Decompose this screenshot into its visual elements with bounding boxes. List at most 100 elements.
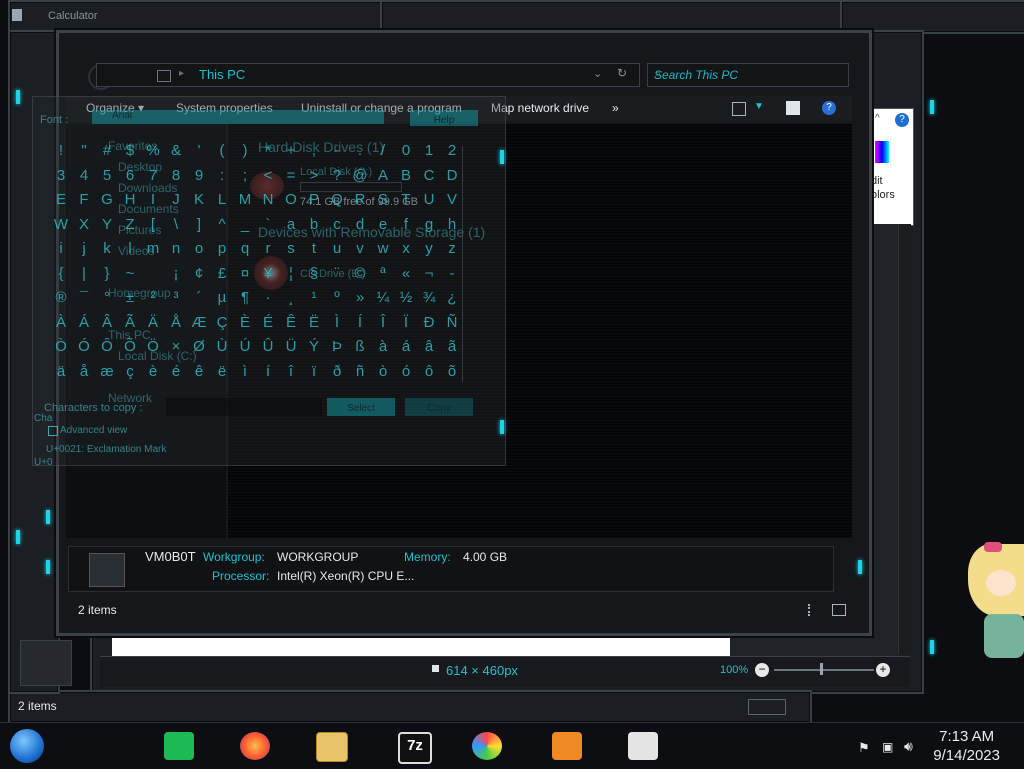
charmap-cell[interactable]: ¶ xyxy=(234,289,256,311)
charmap-cell[interactable]: Ê xyxy=(280,314,302,336)
charmap-cell[interactable]: ï xyxy=(303,363,325,385)
charmap-cell[interactable]: ; xyxy=(234,167,256,189)
charmap-cell[interactable]: ¿ xyxy=(441,289,463,311)
charmap-cell[interactable]: 1 xyxy=(418,142,440,164)
charmap-cell[interactable]: D xyxy=(441,167,463,189)
charmap-cell[interactable]: à xyxy=(372,338,394,360)
character-map-icon[interactable] xyxy=(628,732,658,760)
charmap-cell[interactable]: Ù xyxy=(211,338,233,360)
preview-pane-icon[interactable] xyxy=(786,101,800,115)
charmap-cell[interactable]: £ xyxy=(211,265,233,287)
charmap-cell[interactable]: = xyxy=(280,167,302,189)
charmap-cell[interactable]: Q xyxy=(326,191,348,213)
charmap-cell[interactable]: Ä xyxy=(142,314,164,336)
charmap-cell[interactable]: ³ xyxy=(165,289,187,311)
charmap-cell[interactable]: ° xyxy=(96,289,118,311)
charmap-cell[interactable]: ² xyxy=(142,289,164,311)
charmap-cell[interactable]: Ú xyxy=(234,338,256,360)
charmap-cell[interactable]: J xyxy=(165,191,187,213)
charmap-cell[interactable]: } xyxy=(96,265,118,287)
charmap-cell[interactable]: É xyxy=(257,314,279,336)
charmap-cell[interactable]: × xyxy=(165,338,187,360)
charmap-cell[interactable]: ¯ xyxy=(73,289,95,311)
charmap-cell[interactable]: | xyxy=(73,265,95,287)
charmap-cell[interactable]: P xyxy=(303,191,325,213)
network-icon[interactable]: ▣ xyxy=(882,740,893,754)
zoom-in-button[interactable]: + xyxy=(876,663,890,677)
charmap-cell[interactable]: â xyxy=(418,338,440,360)
file-explorer-icon[interactable] xyxy=(316,732,348,762)
address-dropdown-icon[interactable]: ⌄ xyxy=(593,67,602,80)
charmap-cell[interactable]: Z xyxy=(119,216,141,238)
zoom-slider[interactable] xyxy=(774,669,874,671)
flag-icon[interactable]: ⚑ xyxy=(858,740,870,756)
advanced-view-label[interactable]: Advanced view xyxy=(60,425,127,436)
charmap-cell[interactable]: ¸ xyxy=(280,289,302,311)
charmap-cell[interactable]: & xyxy=(165,142,187,164)
charmap-cell[interactable]: Í xyxy=(349,314,371,336)
charmap-cell[interactable]: » xyxy=(349,289,371,311)
charmap-cell[interactable]: ! xyxy=(50,142,72,164)
charmap-cell[interactable]: 9 xyxy=(188,167,210,189)
charmap-cell[interactable]: õ xyxy=(441,363,463,385)
charmap-cell[interactable]: M xyxy=(234,191,256,213)
charmap-cell[interactable]: © xyxy=(349,265,371,287)
charmap-cell[interactable]: ¼ xyxy=(372,289,394,311)
charmap-cell[interactable]: [ xyxy=(142,216,164,238)
charmap-cell[interactable]: O xyxy=(280,191,302,213)
charmap-cell[interactable]: Y xyxy=(96,216,118,238)
more-commands-button[interactable]: » xyxy=(612,101,619,115)
zoom-out-button[interactable]: − xyxy=(755,663,769,677)
charmap-cell[interactable]: ¨ xyxy=(326,265,348,287)
charmap-cell[interactable]: È xyxy=(234,314,256,336)
charmap-cell[interactable]: ¥ xyxy=(257,265,279,287)
charmap-cell[interactable]: { xyxy=(50,265,72,287)
taskbar-clock[interactable]: 7:13 AM 9/14/2023 xyxy=(933,727,1000,765)
charmap-cell[interactable]: 2 xyxy=(441,142,463,164)
charmap-cell[interactable]: m xyxy=(142,240,164,262)
charmap-cell[interactable]: c xyxy=(326,216,348,238)
charmap-cell[interactable]: S xyxy=(372,191,394,213)
charmap-cell[interactable]: ì xyxy=(234,363,256,385)
charmap-cell[interactable]: Ó xyxy=(73,338,95,360)
charmap-cell[interactable]: ã xyxy=(441,338,463,360)
charmap-cell[interactable]: ô xyxy=(418,363,440,385)
advanced-view-checkbox[interactable] xyxy=(48,426,58,436)
charmap-cell[interactable]: Ì xyxy=(326,314,348,336)
charmap-cell[interactable]: " xyxy=(73,142,95,164)
spotify-icon[interactable] xyxy=(164,732,194,760)
charmap-scrollbar[interactable] xyxy=(462,146,483,382)
charmap-cell[interactable]: 4 xyxy=(73,167,95,189)
charmap-cell[interactable]: Þ xyxy=(326,338,348,360)
charmap-cell[interactable]: î xyxy=(280,363,302,385)
charmap-cell[interactable]: e xyxy=(372,216,394,238)
charmap-cell[interactable]: Á xyxy=(73,314,95,336)
charmap-cell[interactable]: Ï xyxy=(395,314,417,336)
charmap-cell[interactable]: í xyxy=(257,363,279,385)
details-view-icon[interactable] xyxy=(808,604,814,616)
charmap-cell[interactable]: i xyxy=(50,240,72,262)
charmap-cell[interactable]: w xyxy=(372,240,394,262)
charmap-cell[interactable]: é xyxy=(165,363,187,385)
charmap-cell[interactable]: p xyxy=(211,240,233,262)
charmap-cell[interactable]: Å xyxy=(165,314,187,336)
charmap-cell[interactable]: x xyxy=(395,240,417,262)
volume-icon[interactable]: 🔊︎ xyxy=(904,738,913,755)
charmap-cell[interactable]: Â xyxy=(96,314,118,336)
charmap-cell[interactable]: K xyxy=(188,191,210,213)
charmap-cell[interactable]: Ò xyxy=(50,338,72,360)
charmap-cell[interactable]: ¦ xyxy=(280,265,302,287)
charmap-cell[interactable]: Ö xyxy=(142,338,164,360)
charmap-cell[interactable]: R xyxy=(349,191,371,213)
charmap-cell[interactable]: > xyxy=(303,167,325,189)
charmap-font-select[interactable]: Arial xyxy=(92,110,384,124)
charmap-cell[interactable]: $ xyxy=(119,142,141,164)
charmap-cell[interactable]: ä xyxy=(50,363,72,385)
charmap-cell[interactable]: æ xyxy=(96,363,118,385)
charmap-cell[interactable]: Ã xyxy=(119,314,141,336)
charmap-cell[interactable]: B xyxy=(395,167,417,189)
charmap-cell[interactable]: r xyxy=(257,240,279,262)
expand-icon[interactable]: ^ xyxy=(875,113,880,124)
charmap-cell[interactable]: A xyxy=(372,167,394,189)
charmap-cell[interactable]: a xyxy=(280,216,302,238)
